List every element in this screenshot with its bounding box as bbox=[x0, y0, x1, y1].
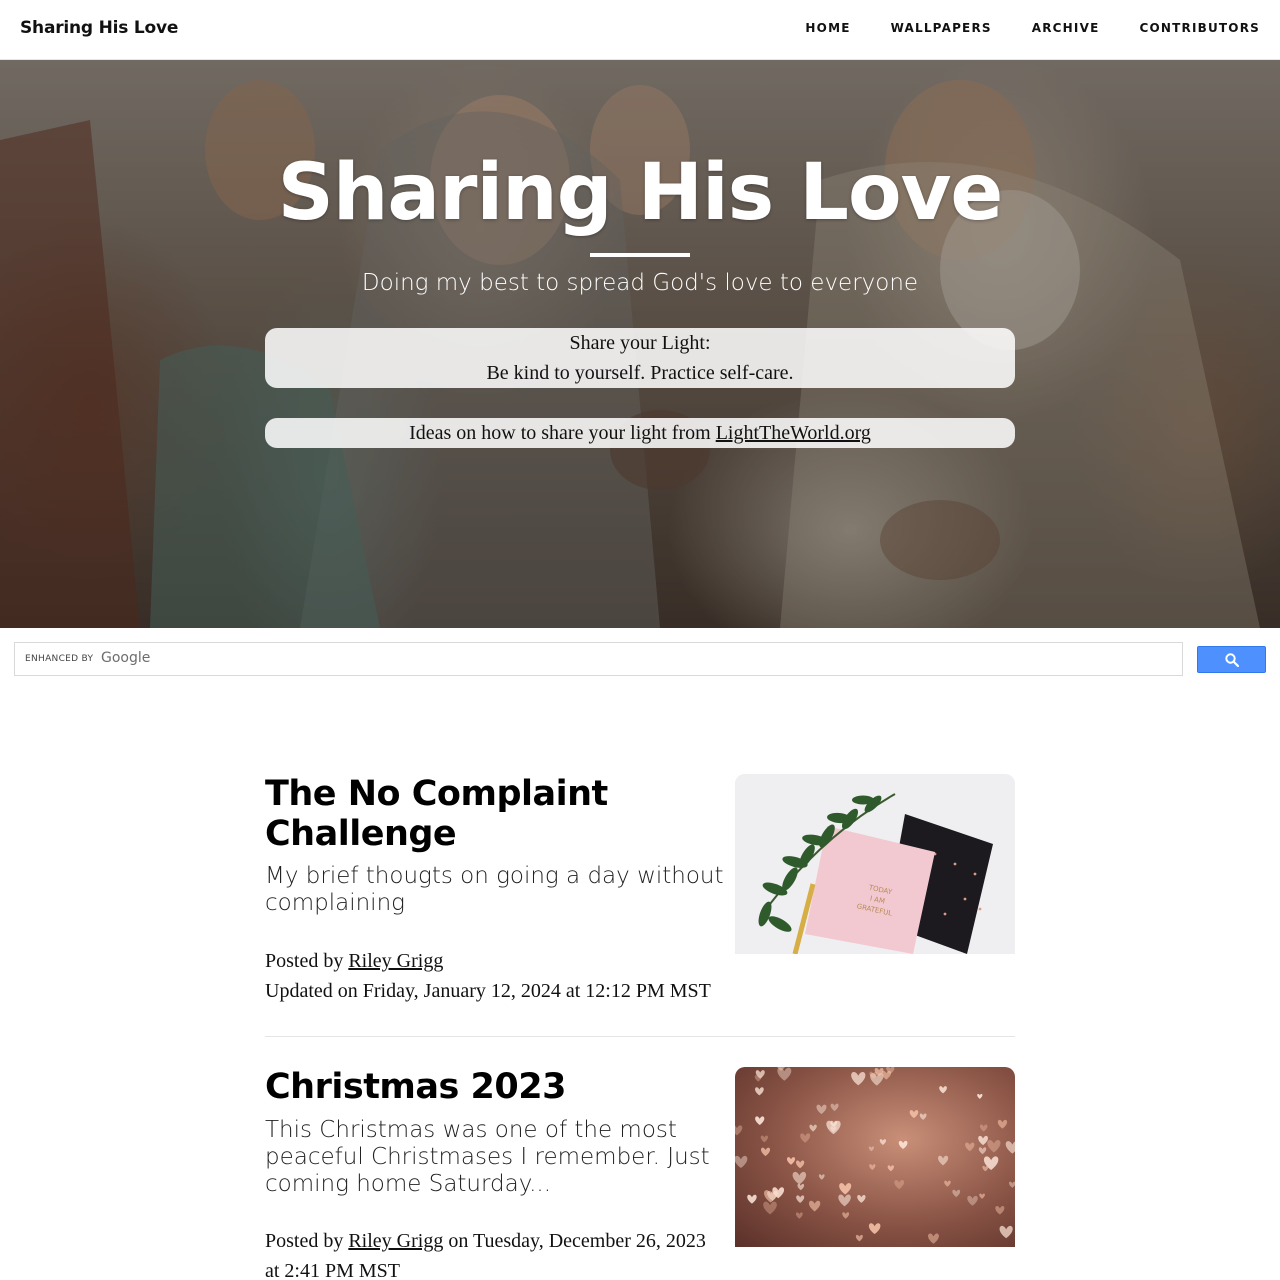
post-date: Updated on Friday, January 12, 2024 at 1… bbox=[265, 980, 711, 1002]
hero-title: Sharing His Love bbox=[277, 148, 1004, 238]
posted-by-label: Posted by bbox=[265, 1230, 344, 1252]
google-logo: Google bbox=[101, 650, 151, 666]
search-box[interactable]: ENHANCED BY Google bbox=[14, 642, 1183, 676]
nav-links: HOME WALLPAPERS ARCHIVE CONTRIBUTORS bbox=[805, 21, 1260, 35]
nav-home-link[interactable]: HOME bbox=[805, 21, 850, 35]
post-meta: Posted by Riley Grigg on Tuesday, Decemb… bbox=[265, 1226, 725, 1280]
hero-subtitle: Doing my best to spread God's love to ev… bbox=[361, 270, 919, 296]
post-subtitle[interactable]: My brief thougts on going a day without … bbox=[265, 863, 725, 917]
post-title[interactable]: Christmas 2023 bbox=[265, 1067, 725, 1107]
post-divider bbox=[265, 1036, 1015, 1037]
callout-ideas-text: Ideas on how to share your light from bbox=[409, 422, 711, 444]
bokeh-hearts-image bbox=[735, 1067, 1015, 1244]
search-icon bbox=[1225, 653, 1239, 667]
posted-by-label: Posted by bbox=[265, 950, 344, 972]
enhanced-by-label: ENHANCED BY bbox=[25, 654, 94, 664]
post-meta: Posted by Riley Grigg Updated on Friday,… bbox=[265, 946, 785, 1006]
navbar: Sharing His Love HOME WALLPAPERS ARCHIVE… bbox=[0, 0, 1280, 60]
gratitude-journal-image: TODAY I AM GRATEFUL bbox=[735, 774, 1015, 954]
author-link[interactable]: Riley Grigg bbox=[348, 1230, 443, 1252]
light-the-world-callout: Ideas on how to share your light from Li… bbox=[265, 418, 1015, 448]
post-subtitle[interactable]: This Christmas was one of the most peace… bbox=[265, 1117, 725, 1198]
post-title[interactable]: The No Complaint Challenge bbox=[265, 774, 725, 854]
post-thumbnail[interactable] bbox=[735, 1067, 1015, 1247]
lighttheworld-link[interactable]: LightTheWorld.org bbox=[716, 422, 871, 444]
post-thumbnail[interactable]: TODAY I AM GRATEFUL bbox=[735, 774, 1015, 954]
nav-wallpapers-link[interactable]: WALLPAPERS bbox=[891, 21, 992, 35]
hero-divider bbox=[590, 253, 690, 257]
nav-contributors-link[interactable]: CONTRIBUTORS bbox=[1139, 21, 1260, 35]
share-light-callout: Share your Light: Be kind to yourself. P… bbox=[265, 328, 1015, 388]
search-button[interactable] bbox=[1197, 646, 1266, 673]
hero-banner: Sharing His Love Doing my best to spread… bbox=[0, 60, 1280, 628]
nav-archive-link[interactable]: ARCHIVE bbox=[1032, 21, 1100, 35]
search-input[interactable] bbox=[165, 647, 1165, 671]
callout-heading: Share your Light: bbox=[569, 332, 711, 354]
author-link[interactable]: Riley Grigg bbox=[348, 950, 443, 972]
callout-message: Be kind to yourself. Practice self-care. bbox=[486, 362, 794, 384]
brand-link[interactable]: Sharing His Love bbox=[20, 18, 178, 38]
